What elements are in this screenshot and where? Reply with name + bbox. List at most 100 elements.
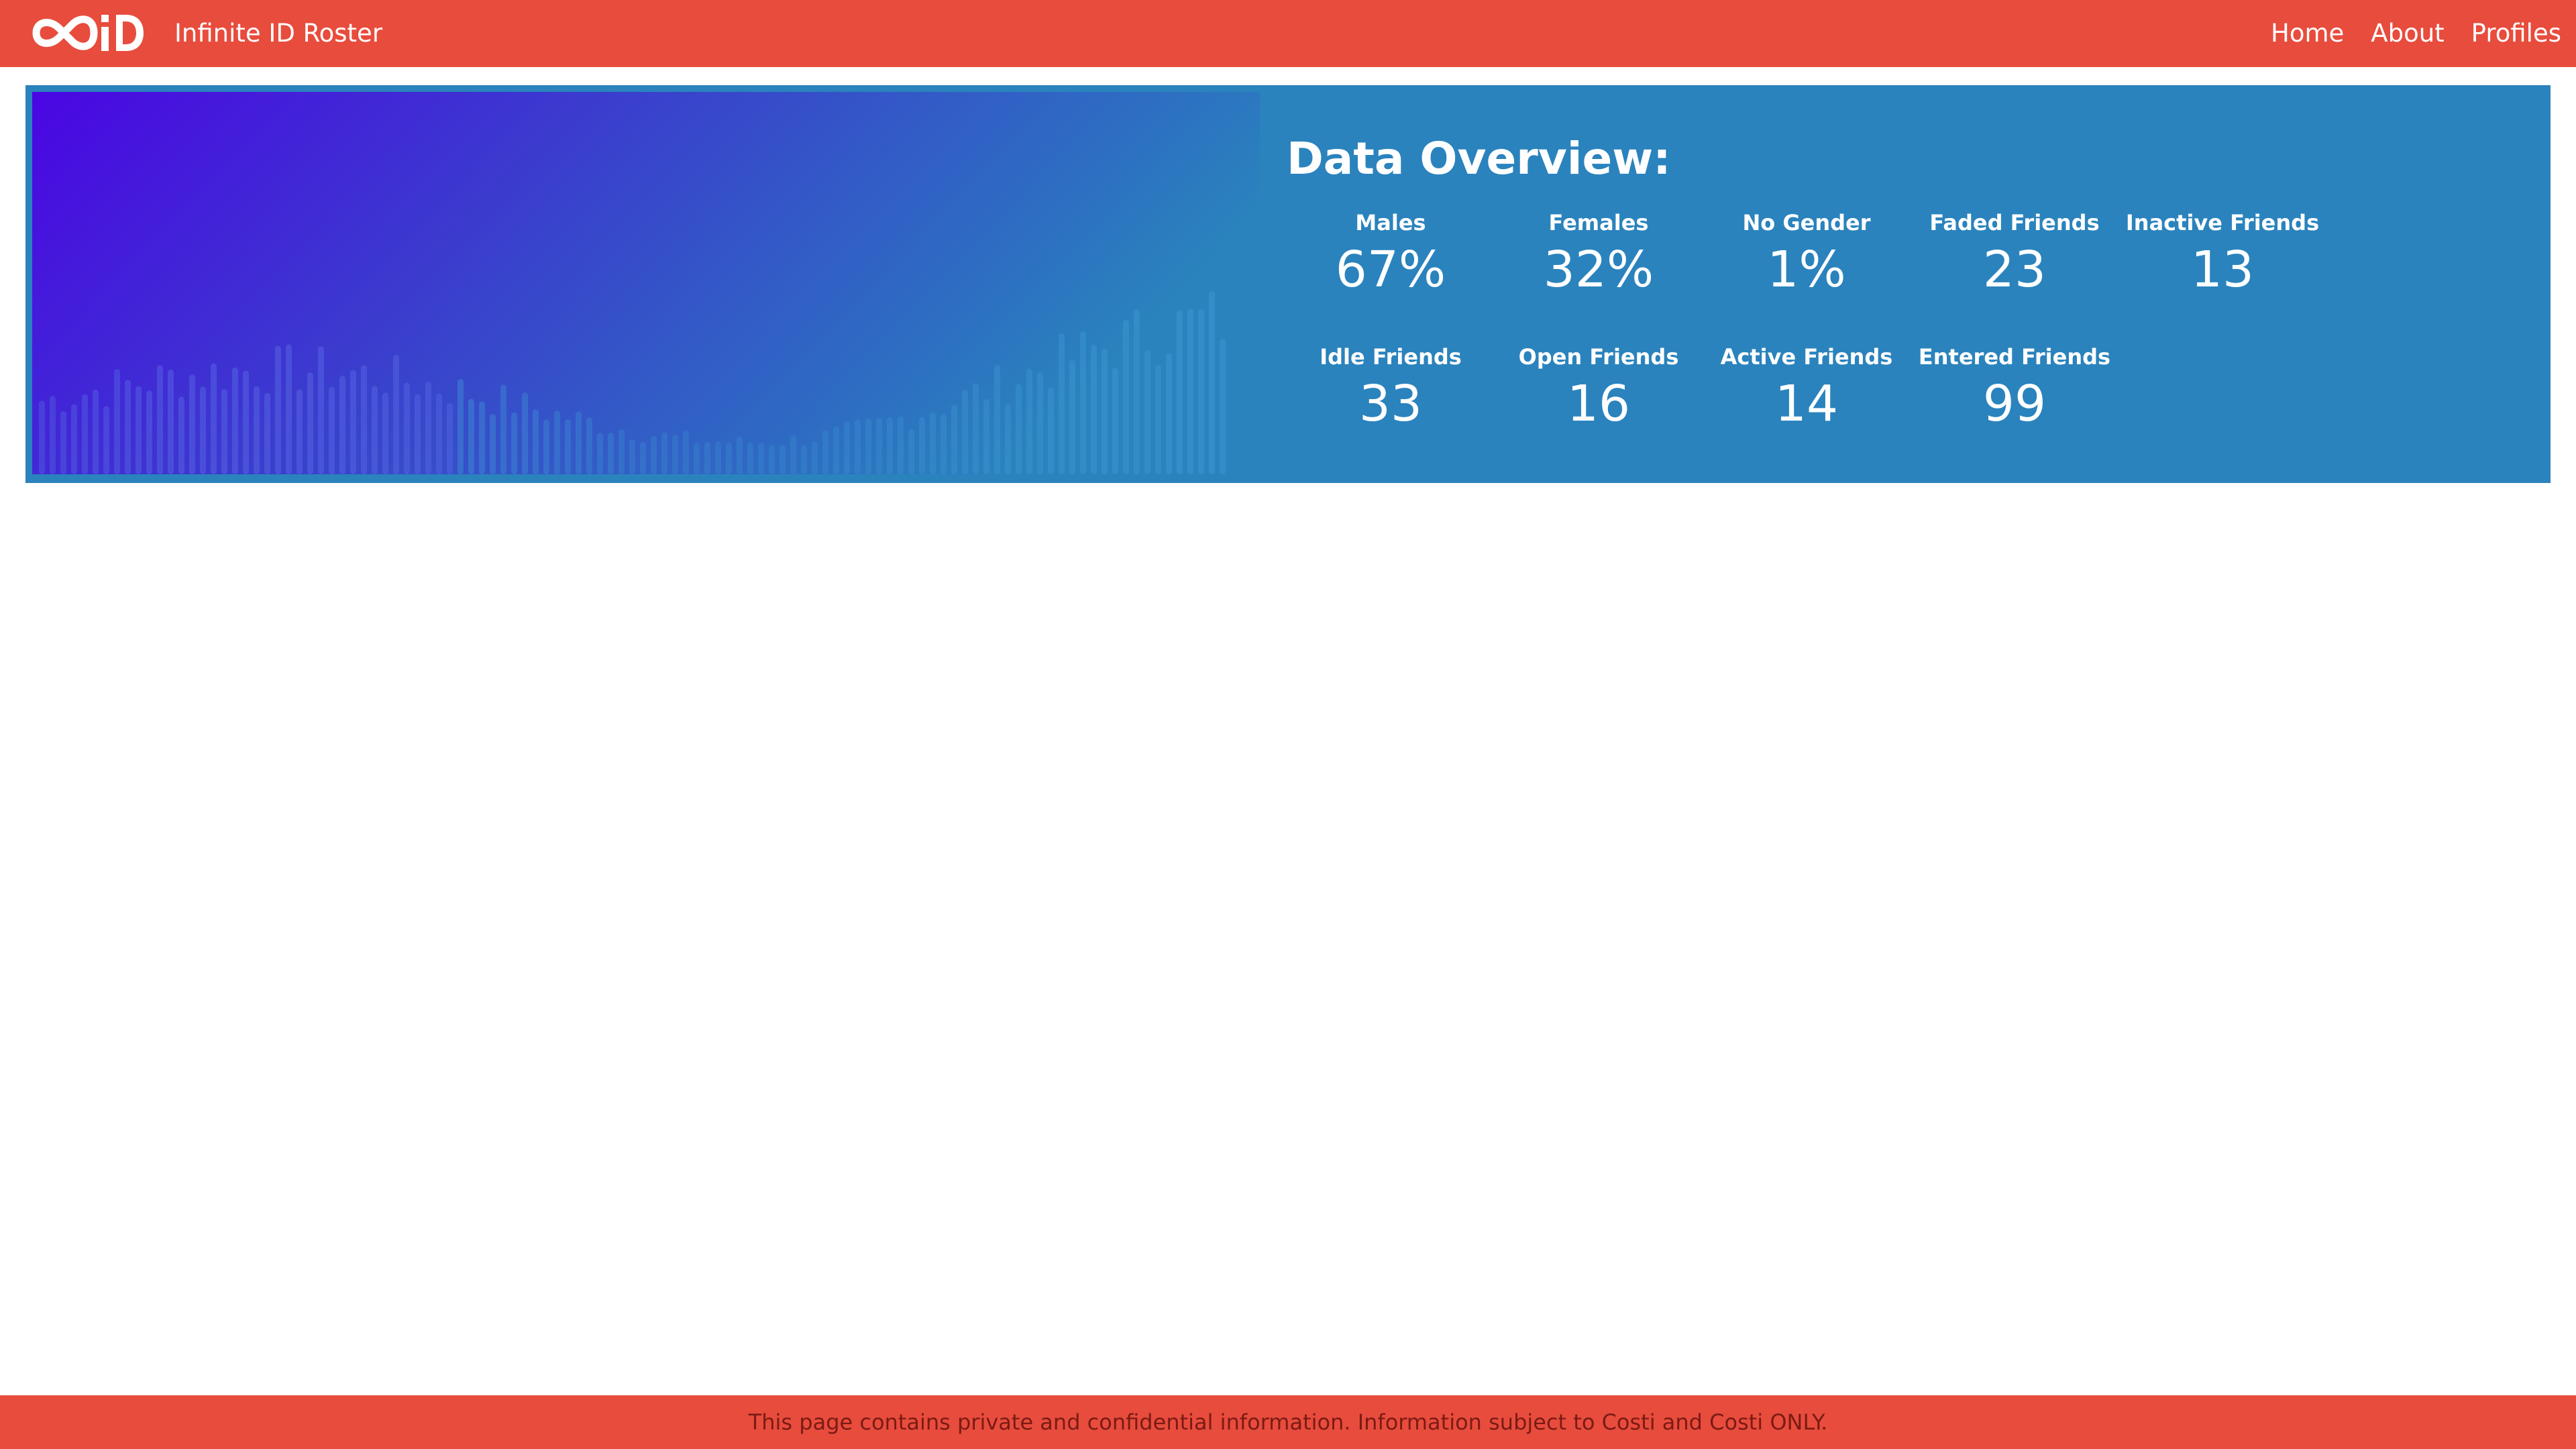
banner-bar bbox=[737, 436, 743, 474]
infinite-id-logo[interactable] bbox=[19, 9, 144, 56]
banner-bar bbox=[822, 430, 828, 474]
banner-bar bbox=[1026, 368, 1032, 474]
banner-bar bbox=[275, 345, 281, 474]
banner-bar bbox=[887, 417, 893, 474]
banner-bar bbox=[833, 426, 839, 474]
banner-bar bbox=[511, 412, 517, 474]
banner-bar bbox=[694, 442, 700, 474]
banner-bar bbox=[1069, 360, 1075, 474]
banner-bar bbox=[50, 396, 56, 474]
banner-bar bbox=[812, 441, 818, 474]
banner-bar bbox=[898, 416, 904, 474]
stat-label: Open Friends bbox=[1518, 344, 1679, 370]
banner-bar bbox=[82, 394, 88, 474]
banner-bar bbox=[973, 383, 979, 474]
banner-bar bbox=[114, 368, 120, 474]
banner-bar bbox=[468, 398, 474, 474]
banner-bar bbox=[221, 388, 227, 474]
banner-bar bbox=[790, 435, 796, 474]
banner-bar bbox=[608, 432, 614, 474]
stat-no-gender: No Gender 1% bbox=[1703, 209, 1911, 343]
banner-bar bbox=[565, 419, 571, 474]
banner-bar bbox=[855, 419, 861, 474]
data-overview-panel: Data Overview: Males 67% Females 32% No … bbox=[25, 85, 2551, 483]
nav-about-link[interactable]: About bbox=[2371, 17, 2444, 50]
banner-bar bbox=[1005, 404, 1011, 474]
banner-bar bbox=[415, 394, 421, 474]
banner-bar bbox=[103, 406, 109, 474]
banner-bar bbox=[683, 430, 689, 474]
banner-bar bbox=[597, 433, 603, 474]
stat-value: 23 bbox=[1982, 241, 2047, 299]
banner-bar bbox=[619, 429, 625, 474]
banner-bar bbox=[640, 441, 646, 474]
stat-value: 1% bbox=[1767, 241, 1846, 299]
stat-label: Entered Friends bbox=[1918, 344, 2111, 370]
banner-bar bbox=[672, 434, 678, 474]
banner-bar bbox=[372, 386, 378, 474]
stat-value: 33 bbox=[1358, 375, 1423, 433]
banner-bar bbox=[1155, 364, 1161, 474]
banner-bar bbox=[876, 417, 882, 474]
stat-label: Females bbox=[1548, 210, 1649, 235]
stats-grid: Males 67% Females 32% No Gender 1% Faded… bbox=[1287, 209, 2326, 478]
top-navbar: Infinite ID Roster Home About Profiles bbox=[0, 0, 2576, 67]
banner-bar bbox=[71, 404, 77, 474]
banner-bar bbox=[651, 435, 657, 474]
banner-bar bbox=[533, 409, 539, 474]
banner-bar bbox=[404, 382, 410, 474]
banner-bar bbox=[243, 370, 249, 474]
banner-bar bbox=[157, 365, 163, 474]
stat-faded-friends: Faded Friends 23 bbox=[1911, 209, 2118, 343]
banner-bar bbox=[232, 367, 238, 474]
overview-title: Data Overview: bbox=[1287, 133, 1671, 184]
banner-bar bbox=[543, 419, 549, 474]
banner-bar bbox=[941, 414, 947, 474]
banner-bar bbox=[704, 441, 710, 474]
stat-value: 67% bbox=[1335, 241, 1446, 299]
banner-bar bbox=[393, 354, 399, 474]
banner-bar bbox=[329, 386, 335, 474]
banner-bar bbox=[1080, 331, 1086, 474]
stat-open-friends: Open Friends 16 bbox=[1495, 343, 1703, 478]
stat-idle-friends: Idle Friends 33 bbox=[1287, 343, 1495, 478]
confidentiality-notice: This page contains private and confident… bbox=[748, 1409, 1828, 1435]
banner-bar bbox=[994, 364, 1000, 474]
nav-links: Home About Profiles bbox=[2271, 17, 2561, 50]
banner-bar bbox=[1123, 320, 1129, 474]
banner-bar bbox=[361, 365, 367, 474]
banner-bar bbox=[136, 386, 142, 474]
banner-bar bbox=[1134, 309, 1140, 474]
banner-bar bbox=[586, 417, 592, 474]
banner-bar bbox=[1112, 368, 1118, 474]
banner-bar bbox=[1166, 353, 1172, 474]
banner-bar bbox=[844, 421, 850, 474]
banner-bar bbox=[747, 443, 753, 474]
banner-bar bbox=[1048, 387, 1054, 474]
banner-bar bbox=[661, 432, 667, 474]
banner-bar bbox=[178, 396, 184, 474]
stat-label: Idle Friends bbox=[1320, 344, 1462, 370]
stat-males: Males 67% bbox=[1287, 209, 1495, 343]
nav-home-link[interactable]: Home bbox=[2271, 17, 2344, 50]
banner-bar bbox=[1037, 372, 1043, 474]
banner-bar bbox=[93, 389, 99, 474]
banner-bar bbox=[39, 400, 45, 474]
stat-value: 32% bbox=[1543, 241, 1654, 299]
stat-label: Inactive Friends bbox=[2125, 210, 2320, 235]
stat-active-friends: Active Friends 14 bbox=[1703, 343, 1911, 478]
nav-profiles-link[interactable]: Profiles bbox=[2471, 17, 2561, 50]
banner-bar bbox=[350, 370, 356, 474]
stat-inactive-friends: Inactive Friends 13 bbox=[2118, 209, 2326, 343]
banner-bar bbox=[307, 372, 313, 474]
overview-section: Data Overview: Males 67% Females 32% No … bbox=[1287, 125, 2494, 433]
stat-value: 16 bbox=[1566, 375, 1631, 433]
banner-bar bbox=[1187, 308, 1193, 474]
banner-bar bbox=[382, 392, 388, 474]
banner-bar bbox=[168, 369, 174, 474]
banner-bar bbox=[983, 398, 989, 474]
stat-label: Active Friends bbox=[1720, 344, 1893, 370]
banner-bar bbox=[919, 417, 925, 474]
banner-bar bbox=[264, 392, 270, 474]
banner-bar bbox=[769, 445, 775, 474]
